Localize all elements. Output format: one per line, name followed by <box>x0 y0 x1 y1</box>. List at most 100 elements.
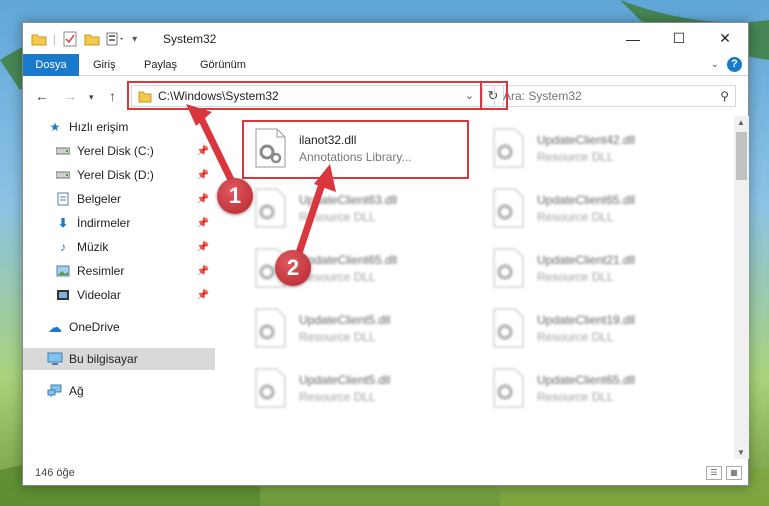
search-box[interactable]: ⚲ <box>494 85 736 107</box>
view-options-icon[interactable] <box>106 32 126 46</box>
sidebar-item-this-pc[interactable]: Bu bilgisayar <box>23 348 215 370</box>
drive-icon <box>55 167 71 183</box>
search-icon[interactable]: ⚲ <box>720 89 729 103</box>
pin-icon[interactable]: 📌 <box>197 194 209 205</box>
file-name: UpdateClient65.dll <box>537 372 636 387</box>
sidebar-item-disk-d[interactable]: Yerel Disk (D:) 📌 <box>23 164 215 186</box>
computer-icon <box>47 351 63 367</box>
file-item[interactable]: UpdateClient5.dll Resource DLL <box>245 302 465 354</box>
sidebar-item-documents[interactable]: Belgeler 📌 <box>23 188 215 210</box>
videos-icon <box>55 287 71 303</box>
help-icon[interactable]: ? <box>727 57 742 72</box>
sidebar-item-music[interactable]: ♪ Müzik 📌 <box>23 236 215 258</box>
dll-file-icon <box>491 128 525 168</box>
file-name: UpdateClient65.dll <box>299 252 398 267</box>
file-name: UpdateClient19.dll <box>537 312 636 327</box>
file-item[interactable]: UpdateClient65.dll Resource DLL <box>483 362 703 414</box>
sidebar-item-label: Belgeler <box>77 192 122 206</box>
up-arrow-icon[interactable]: ↑ <box>109 88 116 104</box>
file-name: UpdateClient65.dll <box>537 192 636 207</box>
sidebar-item-label: Bu bilgisayar <box>69 352 138 366</box>
pin-icon[interactable]: 📌 <box>197 218 209 229</box>
sidebar-item-label: OneDrive <box>69 320 120 334</box>
file-description: Resource DLL <box>537 329 614 344</box>
expand-ribbon-icon[interactable]: ⌄ <box>711 59 719 70</box>
address-highlight-box-right <box>481 81 508 110</box>
file-description: Resource DLL <box>299 269 376 284</box>
sidebar-item-pictures[interactable]: Resimler 📌 <box>23 260 215 282</box>
pin-icon[interactable]: 📌 <box>197 290 209 301</box>
file-highlight-box <box>242 120 469 179</box>
file-description: Resource DLL <box>537 149 614 164</box>
properties-icon[interactable] <box>62 31 78 47</box>
title-bar: | ▾ System32 — ☐ ✕ <box>23 23 748 54</box>
sidebar-item-quick-access[interactable]: ★ Hızlı erişim <box>23 116 215 138</box>
sidebar-item-label: Hızlı erişim <box>69 120 129 134</box>
file-description: Resource DLL <box>537 209 614 224</box>
drive-icon <box>55 143 71 159</box>
sidebar-item-onedrive[interactable]: ☁ OneDrive <box>23 316 215 338</box>
recent-locations-icon[interactable]: ▾ <box>89 92 94 103</box>
tab-share[interactable]: Paylaş <box>144 54 177 76</box>
forward-arrow-icon[interactable]: → <box>63 88 77 104</box>
sidebar-item-label: Videolar <box>77 288 121 302</box>
back-arrow-icon[interactable]: ← <box>35 88 49 104</box>
step-marker-1: 1 <box>217 178 253 214</box>
view-buttons: ☰ ▦ <box>706 466 742 480</box>
file-description: Resource DLL <box>537 389 614 404</box>
dll-file-icon <box>491 308 525 348</box>
minimize-button[interactable]: — <box>610 23 656 54</box>
sidebar-item-downloads[interactable]: ⬇ İndirmeler 📌 <box>23 212 215 234</box>
large-icons-view-icon[interactable]: ▦ <box>726 466 742 480</box>
file-item[interactable]: UpdateClient63.dll Resource DLL <box>245 182 465 234</box>
file-name: UpdateClient42.dll <box>537 132 636 147</box>
tab-view[interactable]: Görünüm <box>200 54 246 76</box>
file-item[interactable]: UpdateClient65.dll Resource DLL <box>483 182 703 234</box>
dll-file-icon <box>491 368 525 408</box>
details-view-icon[interactable]: ☰ <box>706 466 722 480</box>
toolbar-divider: | <box>53 32 57 46</box>
file-name: UpdateClient21.dll <box>537 252 636 267</box>
scroll-down-icon[interactable]: ▼ <box>737 448 745 457</box>
pin-icon[interactable]: 📌 <box>197 242 209 253</box>
sidebar-item-network[interactable]: Ağ <box>23 380 215 402</box>
file-item[interactable]: UpdateClient5.dll Resource DLL <box>245 362 465 414</box>
file-item[interactable]: UpdateClient42.dll Resource DLL <box>483 122 703 174</box>
ribbon-right: ⌄ ? <box>711 57 742 72</box>
network-icon <box>47 383 63 399</box>
scroll-thumb[interactable] <box>736 132 747 180</box>
new-folder-icon[interactable] <box>84 32 100 46</box>
pin-icon[interactable]: 📌 <box>197 266 209 277</box>
address-highlight-box <box>127 81 482 110</box>
item-count: 146 öğe <box>35 467 75 479</box>
file-description: Resource DLL <box>299 209 376 224</box>
tab-file[interactable]: Dosya <box>23 54 79 76</box>
ribbon-tabs: Dosya Giriş Paylaş Görünüm ⌄ ? <box>23 54 748 76</box>
status-bar: 146 öğe ☰ ▦ <box>23 463 748 485</box>
navigation-pane: ★ Hızlı erişim Yerel Disk (C:) 📌 Yerel D… <box>23 116 215 459</box>
sidebar-item-label: Yerel Disk (C:) <box>77 144 154 158</box>
folder-icon[interactable] <box>31 32 47 46</box>
sidebar-item-videos[interactable]: Videolar 📌 <box>23 284 215 306</box>
documents-icon <box>55 191 71 207</box>
customize-toolbar-icon[interactable]: ▾ <box>132 34 137 45</box>
scroll-up-icon[interactable]: ▲ <box>737 118 745 127</box>
vertical-scrollbar[interactable]: ▲ ▼ <box>734 116 749 459</box>
maximize-button[interactable]: ☐ <box>656 23 702 54</box>
dll-file-icon <box>491 248 525 288</box>
sidebar-item-disk-c[interactable]: Yerel Disk (C:) 📌 <box>23 140 215 162</box>
tab-home[interactable]: Giriş <box>93 54 116 76</box>
file-item[interactable]: UpdateClient21.dll Resource DLL <box>483 242 703 294</box>
sidebar-item-label: Müzik <box>77 240 109 254</box>
window-title: System32 <box>163 32 217 46</box>
cloud-icon: ☁ <box>48 318 62 335</box>
close-button[interactable]: ✕ <box>702 23 748 54</box>
close-icon: ✕ <box>719 30 731 46</box>
search-input[interactable] <box>503 89 703 103</box>
pin-icon[interactable]: 📌 <box>197 170 209 181</box>
pin-icon[interactable]: 📌 <box>197 146 209 157</box>
dll-file-icon <box>253 368 287 408</box>
step-marker-2: 2 <box>275 250 311 286</box>
file-item[interactable]: UpdateClient19.dll Resource DLL <box>483 302 703 354</box>
file-name: UpdateClient5.dll <box>299 312 391 327</box>
